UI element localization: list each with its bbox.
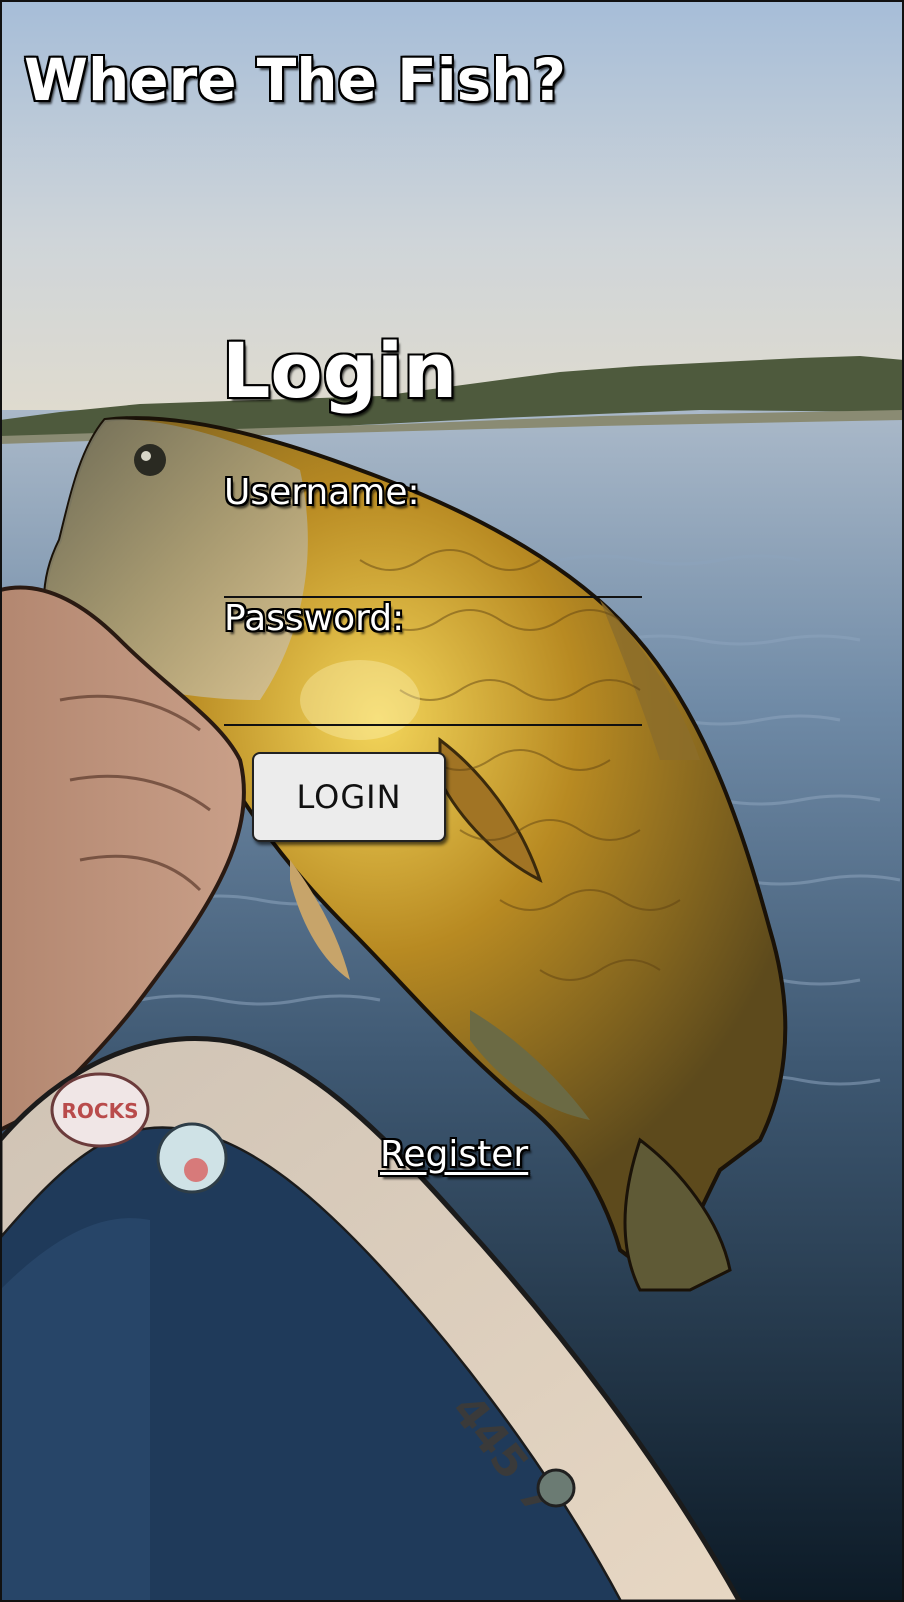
username-label: Username: [224, 472, 420, 513]
username-input[interactable] [224, 558, 642, 598]
sticker-text: ROCKS [62, 1099, 139, 1123]
app-title: Where The Fish? [24, 46, 567, 114]
login-heading: Login [222, 326, 458, 415]
login-button[interactable]: LOGIN [252, 752, 446, 842]
login-screen: ROCKS 445 7 Where The Fish? Login Userna… [0, 0, 904, 1602]
register-link[interactable]: Register [380, 1134, 528, 1175]
password-input[interactable] [224, 686, 642, 726]
background-photo: ROCKS 445 7 [0, 0, 904, 1602]
password-label: Password: [224, 598, 405, 639]
